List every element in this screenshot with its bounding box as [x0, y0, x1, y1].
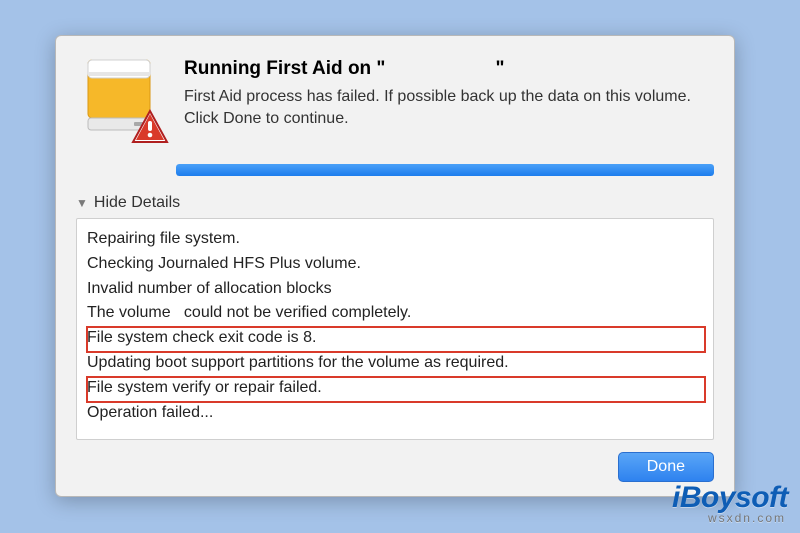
button-row: Done	[76, 440, 714, 482]
title-prefix: Running First Aid on "	[184, 58, 385, 79]
done-button[interactable]: Done	[618, 452, 714, 482]
details-toggle[interactable]: ▼ Hide Details	[76, 194, 714, 212]
dialog-title: Running First Aid on " "	[184, 58, 714, 80]
log-line: The volume could not be verified complet…	[87, 301, 703, 326]
log-line: Repairing file system.	[87, 227, 703, 252]
log-output[interactable]: Repairing file system.Checking Journaled…	[76, 218, 714, 440]
dialog-subtitle: First Aid process has failed. If possibl…	[184, 86, 714, 129]
log-line: Invalid number of allocation blocks	[87, 277, 703, 302]
log-line: File system check exit code is 8.	[87, 326, 703, 351]
title-volume-redacted	[385, 62, 495, 76]
details-toggle-label: Hide Details	[94, 194, 180, 212]
log-line: Operation failed...	[87, 401, 703, 426]
disclosure-triangle-icon: ▼	[76, 196, 88, 210]
log-line: Checking Journaled HFS Plus volume.	[87, 252, 703, 277]
first-aid-dialog: Running First Aid on " " First Aid proces…	[55, 35, 735, 497]
header-text: Running First Aid on " " First Aid proces…	[184, 54, 714, 144]
progress-bar	[176, 164, 714, 176]
progress-fill	[176, 164, 714, 176]
dialog-header: Running First Aid on " " First Aid proces…	[76, 54, 714, 144]
title-suffix: "	[495, 58, 504, 79]
watermark-sub: wsxdn.com	[672, 511, 788, 525]
alert-badge-icon	[130, 108, 170, 148]
log-line: File system verify or repair failed.	[87, 376, 703, 401]
log-line: Updating boot support partitions for the…	[87, 351, 703, 376]
disk-icon	[76, 54, 166, 144]
